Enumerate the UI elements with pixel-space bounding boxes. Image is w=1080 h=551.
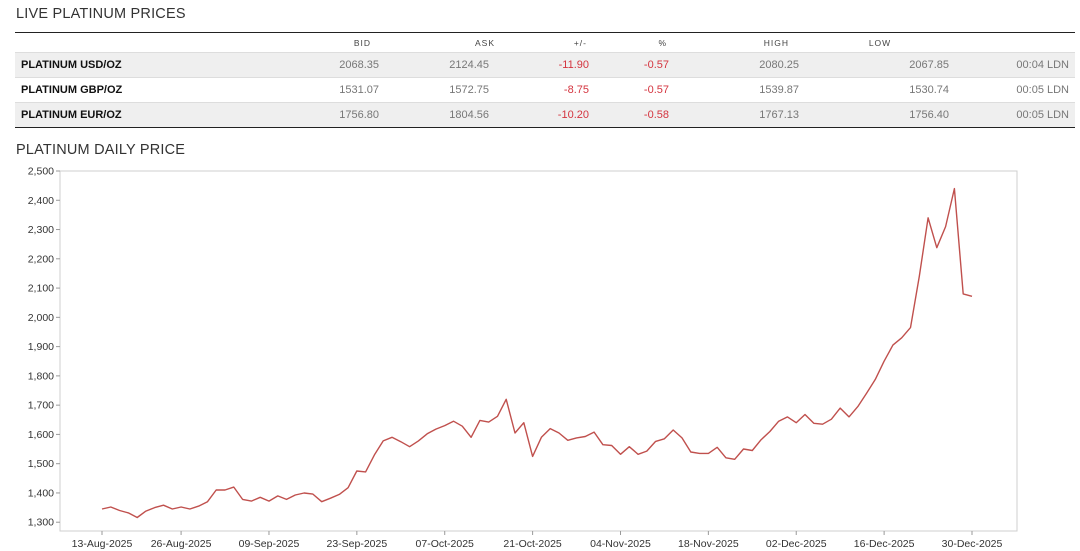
table-row: PLATINUM EUR/OZ 1756.80 1804.56 -10.20 -… — [15, 102, 1075, 128]
price-line-chart: 1,300 1,400 1,500 1,600 1,700 1,800 1,900 2,000… — [28, 166, 1018, 550]
x-tick-label: 13-Aug-2025 — [72, 538, 133, 550]
row-bid: 1756.80 — [185, 102, 385, 128]
y-tick-label: 1,900 — [28, 341, 54, 353]
x-tick-label: 09-Sep-2025 — [239, 538, 300, 550]
header-high: HIGH — [763, 37, 789, 48]
row-pct: -0.58 — [595, 102, 675, 128]
x-tick-label: 30-Dec-2025 — [942, 538, 1003, 550]
y-tick-label: 1,700 — [28, 400, 54, 412]
x-tick-label: 04-Nov-2025 — [590, 538, 651, 550]
row-pct: -0.57 — [595, 52, 675, 78]
header-ask: ASK — [474, 37, 495, 48]
row-low: 1756.40 — [805, 102, 955, 128]
y-tick-label: 2,200 — [28, 253, 54, 265]
row-high: 1767.13 — [675, 102, 805, 128]
table-row: PLATINUM USD/OZ 2068.35 2124.45 -11.90 -… — [15, 52, 1075, 78]
header-label — [15, 33, 185, 53]
y-tick-label: 2,300 — [28, 224, 54, 236]
row-label: PLATINUM EUR/OZ — [15, 102, 185, 128]
row-low: 2067.85 — [805, 52, 955, 78]
header-change: +/- — [573, 37, 587, 48]
x-tick-label: 21-Oct-2025 — [503, 538, 562, 550]
row-change: -11.90 — [495, 52, 595, 78]
row-time: 00:05 LDN — [955, 102, 1075, 128]
table-row: PLATINUM GBP/OZ 1531.07 1572.75 -8.75 -0… — [15, 77, 1075, 103]
prices-title: LIVE PLATINUM PRICES — [16, 6, 186, 22]
header-low: LOW — [868, 37, 892, 48]
row-ask: 1804.56 — [385, 102, 495, 128]
row-ask: 2124.45 — [385, 52, 495, 78]
row-change: -8.75 — [495, 77, 595, 103]
prices-table: BID ASK +/- % HIGH LOW PLATINUM USD/OZ 2… — [15, 32, 1075, 128]
y-tick-label: 1,300 — [28, 517, 54, 529]
x-tick-label: 07-Oct-2025 — [416, 538, 475, 550]
y-tick-label: 1,600 — [28, 429, 54, 441]
y-tick-label: 1,400 — [28, 487, 54, 499]
x-tick-label: 26-Aug-2025 — [151, 538, 212, 550]
row-bid: 1531.07 — [185, 77, 385, 103]
y-tick-label: 1,500 — [28, 458, 54, 470]
row-label: PLATINUM USD/OZ — [15, 52, 185, 78]
x-tick-label: 02-Dec-2025 — [766, 538, 827, 550]
plot-frame — [59, 170, 1018, 532]
row-low: 1530.74 — [805, 77, 955, 103]
header-bid: BID — [353, 37, 371, 48]
row-time: 00:04 LDN — [955, 52, 1075, 78]
row-high: 1539.87 — [675, 77, 805, 103]
chart-title: PLATINUM DAILY PRICE — [16, 142, 186, 158]
row-ask: 1572.75 — [385, 77, 495, 103]
y-tick-label: 2,400 — [28, 195, 54, 207]
row-bid: 2068.35 — [185, 52, 385, 78]
y-tick-label: 2,100 — [28, 283, 54, 295]
y-axis: 1,300 1,400 1,500 1,600 1,700 1,800 1,900 2,000… — [28, 166, 60, 529]
x-axis: 13-Aug-2025 26-Aug-2025 09-Sep-2025 23-Sep-… — [72, 531, 1003, 550]
header-time — [955, 33, 1075, 53]
row-high: 2080.25 — [675, 52, 805, 78]
x-tick-label: 18-Nov-2025 — [678, 538, 739, 550]
x-tick-label: 16-Dec-2025 — [854, 538, 915, 550]
y-tick-label: 2,000 — [28, 312, 54, 324]
y-tick-label: 1,800 — [28, 370, 54, 382]
table-header-row: BID ASK +/- % HIGH LOW — [15, 33, 1075, 53]
y-tick-label: 2,500 — [28, 166, 54, 178]
row-label: PLATINUM GBP/OZ — [15, 77, 185, 103]
row-time: 00:05 LDN — [955, 77, 1075, 103]
header-pct: % — [658, 37, 667, 48]
row-pct: -0.57 — [595, 77, 675, 103]
row-change: -10.20 — [495, 102, 595, 128]
x-tick-label: 23-Sep-2025 — [326, 538, 387, 550]
price-line — [101, 187, 973, 519]
